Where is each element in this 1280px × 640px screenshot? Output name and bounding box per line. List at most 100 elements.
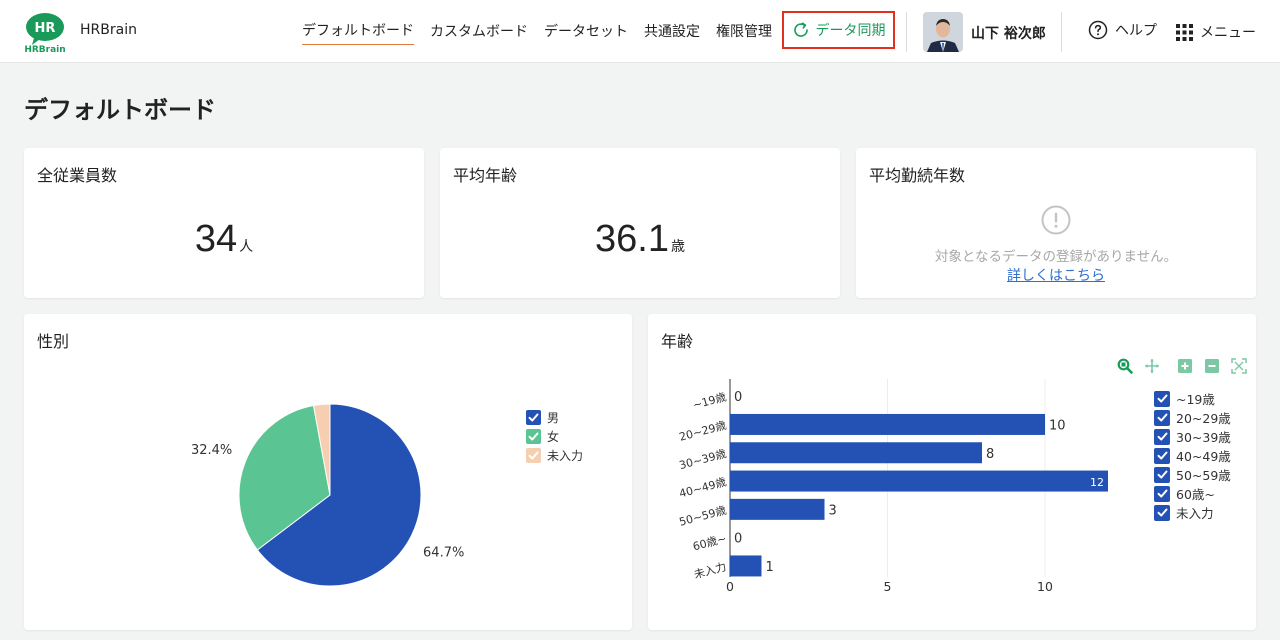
checkbox-checked-icon bbox=[1154, 428, 1170, 445]
legend-item-age-5[interactable]: 60歳~ bbox=[1154, 484, 1231, 503]
bar-data-label: 0 bbox=[734, 532, 742, 547]
app-name: HRBrain bbox=[80, 22, 137, 38]
data-sync-label: データ同期 bbox=[815, 23, 886, 39]
legend-item-age-2[interactable]: 30~39歳 bbox=[1154, 427, 1231, 446]
x-tick-label: 10 bbox=[1037, 579, 1053, 594]
gender-legend: 男 女 未入力 bbox=[526, 408, 583, 465]
legend-item-age-3[interactable]: 40~49歳 bbox=[1154, 446, 1231, 465]
legend-label: 50~59歳 bbox=[1176, 468, 1231, 483]
legend-item-age-1[interactable]: 20~29歳 bbox=[1154, 408, 1231, 427]
header-divider bbox=[906, 12, 907, 52]
y-tick-label: 30~39歳 bbox=[678, 447, 728, 472]
legend-item-age-6[interactable]: 未入力 bbox=[1154, 503, 1231, 522]
average-age-card: 平均年齢 36.1 歳 bbox=[440, 148, 840, 298]
nav-default-board[interactable]: デフォルトボード bbox=[302, 18, 414, 45]
checkbox-checked-icon bbox=[1154, 409, 1170, 426]
bar-data-label: 10 bbox=[1049, 418, 1066, 433]
y-tick-label: 40~49歳 bbox=[678, 475, 728, 500]
zoom-in-icon[interactable] bbox=[1176, 357, 1194, 375]
user-name[interactable]: 山下 裕次郎 bbox=[971, 23, 1046, 43]
bar-data-label: 1 bbox=[766, 560, 774, 575]
stat-value: 36.1 bbox=[595, 218, 669, 260]
menu-button[interactable]: メニュー bbox=[1176, 22, 1256, 42]
nav-dataset[interactable]: データセット bbox=[544, 19, 628, 45]
legend-item-unset[interactable]: 未入力 bbox=[526, 446, 583, 465]
chart-toolbar bbox=[1116, 357, 1257, 375]
card-title: 平均年齢 bbox=[453, 166, 518, 185]
exclamation-circle-icon bbox=[1041, 205, 1071, 235]
header-divider bbox=[1061, 12, 1062, 52]
user-avatar[interactable] bbox=[923, 12, 963, 52]
age-legend: ~19歳 20~29歳 30~39歳 40~49歳 50~59歳 60歳~ 未入力 bbox=[1154, 389, 1231, 522]
legend-item-age-0[interactable]: ~19歳 bbox=[1154, 389, 1231, 408]
top-header: HR HRBrain HRBrain デフォルトボード カスタムボード データセ… bbox=[0, 0, 1280, 63]
checkbox-checked-icon bbox=[1154, 466, 1170, 483]
bar[interactable] bbox=[730, 442, 982, 464]
y-tick-label: 50~59歳 bbox=[678, 504, 728, 529]
bar[interactable] bbox=[730, 498, 825, 520]
bar-data-label: 3 bbox=[829, 503, 837, 518]
x-tick-label: 5 bbox=[884, 579, 892, 594]
checkbox-checked-icon bbox=[1154, 504, 1170, 521]
legend-label: 20~29歳 bbox=[1176, 411, 1231, 426]
y-tick-label: 未入力 bbox=[693, 560, 728, 581]
no-data-message: 対象となるデータの登録がありません。 bbox=[934, 249, 1178, 265]
bar-data-label: 12 bbox=[1090, 476, 1104, 489]
reset-zoom-icon[interactable] bbox=[1230, 357, 1248, 375]
menu-label: メニュー bbox=[1200, 25, 1256, 41]
checkbox-checked-icon bbox=[526, 448, 541, 463]
nav-custom-board[interactable]: カスタムボード bbox=[430, 19, 528, 45]
grid-menu-icon bbox=[1176, 23, 1193, 41]
legend-item-age-4[interactable]: 50~59歳 bbox=[1154, 465, 1231, 484]
card-title: 全従業員数 bbox=[37, 166, 118, 185]
legend-label: 30~39歳 bbox=[1176, 430, 1231, 445]
legend-label: 女 bbox=[547, 430, 560, 444]
bar[interactable] bbox=[730, 413, 1045, 435]
gender-chart-card: 性別 64.7% 32.4% 男 女 未入力 bbox=[24, 314, 632, 630]
help-label: ヘルプ bbox=[1115, 23, 1157, 39]
total-employees-card: 全従業員数 34 人 bbox=[24, 148, 424, 298]
data-sync-button[interactable]: データ同期 bbox=[782, 11, 895, 49]
legend-label: 40~49歳 bbox=[1176, 449, 1231, 464]
bar-data-label: 8 bbox=[986, 447, 994, 462]
help-button[interactable]: ヘルプ bbox=[1088, 20, 1157, 40]
details-link[interactable]: 詳しくはこちら bbox=[856, 265, 1256, 285]
y-tick-label: 20~29歳 bbox=[678, 419, 728, 444]
help-icon bbox=[1088, 20, 1108, 40]
svg-text:HR: HR bbox=[35, 21, 56, 36]
checkbox-checked-icon bbox=[526, 410, 541, 425]
average-age-stat: 36.1 歳 bbox=[440, 218, 840, 261]
total-employees-stat: 34 人 bbox=[24, 218, 424, 261]
y-tick-label: ~19歳 bbox=[691, 390, 727, 411]
main-nav: デフォルトボード カスタムボード データセット 共通設定 権限管理 bbox=[302, 0, 788, 63]
average-tenure-card: 平均勤続年数 対象となるデータの登録がありません。 詳しくはこちら bbox=[856, 148, 1256, 298]
legend-label: 60歳~ bbox=[1176, 487, 1215, 502]
nav-permissions[interactable]: 権限管理 bbox=[716, 19, 772, 45]
pie-data-label: 64.7% bbox=[423, 546, 464, 561]
legend-item-female[interactable]: 女 bbox=[526, 427, 583, 446]
zoom-out-icon[interactable] bbox=[1203, 357, 1221, 375]
checkbox-checked-icon bbox=[1154, 447, 1170, 464]
gender-pie-chart: 64.7% 32.4% bbox=[191, 403, 464, 587]
nav-common-settings[interactable]: 共通設定 bbox=[644, 19, 700, 45]
bar[interactable] bbox=[730, 470, 1108, 492]
pan-icon[interactable] bbox=[1143, 357, 1161, 375]
legend-item-male[interactable]: 男 bbox=[526, 408, 583, 427]
checkbox-checked-icon bbox=[1154, 485, 1170, 502]
checkbox-checked-icon bbox=[1154, 390, 1170, 407]
bar-data-label: 0 bbox=[734, 390, 742, 405]
y-tick-label: 60歳~ bbox=[691, 532, 727, 553]
legend-label: 未入力 bbox=[547, 449, 584, 463]
stat-unit: 人 bbox=[239, 239, 254, 255]
zoom-icon[interactable] bbox=[1116, 357, 1134, 375]
bar[interactable] bbox=[730, 555, 762, 577]
stat-value: 34 bbox=[194, 218, 238, 260]
checkbox-checked-icon bbox=[526, 429, 541, 444]
legend-label: ~19歳 bbox=[1176, 392, 1215, 407]
stat-unit: 歳 bbox=[670, 239, 685, 255]
page-title: デフォルトボード bbox=[24, 96, 216, 124]
card-title: 平均勤続年数 bbox=[869, 166, 966, 185]
x-tick-label: 0 bbox=[726, 579, 734, 594]
hrbrain-logo[interactable]: HR HRBrain bbox=[24, 12, 66, 54]
svg-text:HRBrain: HRBrain bbox=[24, 45, 65, 54]
